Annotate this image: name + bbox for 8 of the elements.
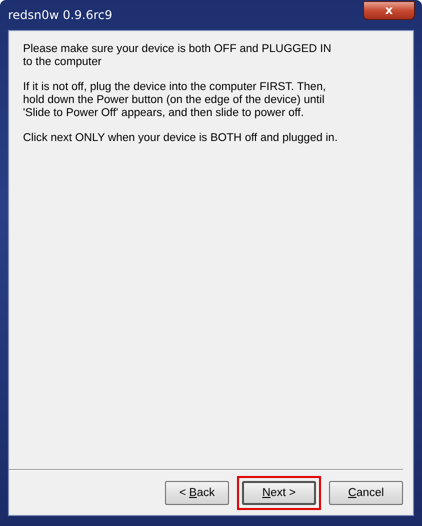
close-button[interactable]: x <box>363 0 415 20</box>
wizard-button[interactable]: Next > <box>242 481 316 505</box>
instruction-text: Please make sure your device is both OFF and PLUGGED IN to the computer <box>23 43 332 69</box>
wizard-button[interactable]: Cancel <box>329 481 403 505</box>
wizard-button[interactable]: < Back <box>165 481 229 505</box>
instruction-text: If it is not off, plug the device into the computer FIRST. Then, hold down the Power button (on the edge of the device) until 'Slide to Power Off' appears, and then slide to power off. <box>23 81 327 120</box>
window-title: redsn0w 0.9.6rc9 <box>8 8 112 22</box>
instruction-text: Click next ONLY when your device is BOTH off and plugged in. <box>23 132 339 145</box>
